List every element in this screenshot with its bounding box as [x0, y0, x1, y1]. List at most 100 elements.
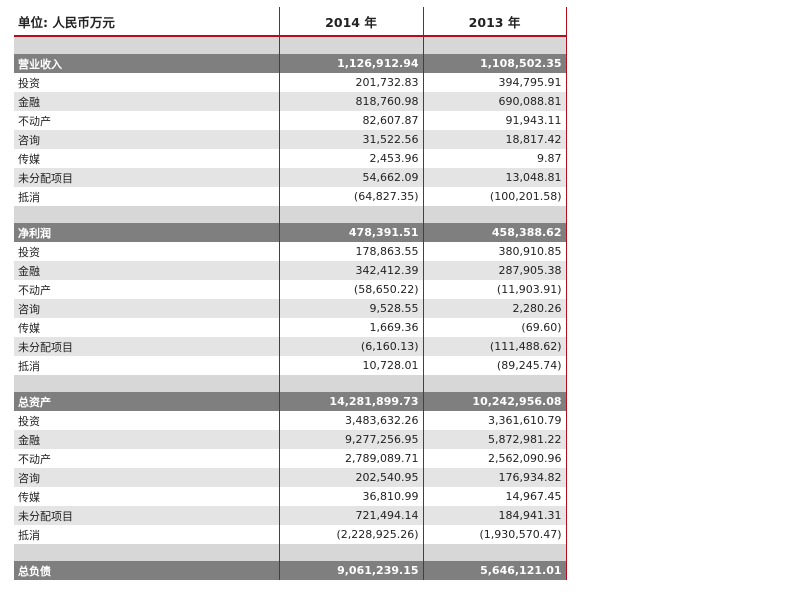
- table-row: 抵消 10,728.01 (89,245.74): [14, 356, 567, 375]
- row-label: 未分配项目: [14, 168, 279, 187]
- table-row: 咨询 9,528.55 2,280.26: [14, 299, 567, 318]
- table-row: 抵消 (64,827.35) (100,201.58): [14, 187, 567, 206]
- row-label: [14, 544, 279, 561]
- value-2014: 2,789,089.71: [278, 449, 423, 468]
- table-row: 未分配项目 (6,160.13) (111,488.62): [14, 337, 567, 356]
- financial-table: 单位: 人民币万元 2014 年 2013 年 营业收入 1,126,912.94…: [14, 7, 567, 580]
- value-2014: 342,412.39: [278, 261, 423, 280]
- value-2013: 458,388.62: [422, 223, 567, 242]
- spacer-row: [14, 375, 567, 392]
- row-label: 不动产: [14, 280, 279, 299]
- unit-label: 单位: 人民币万元: [14, 7, 279, 37]
- value-2013: 9.87: [422, 149, 567, 168]
- section-total-row: 总负债 9,061,239.15 5,646,121.01: [14, 561, 567, 580]
- value-2014: 9,061,239.15: [278, 561, 423, 580]
- value-2013: (89,245.74): [422, 356, 567, 375]
- value-2014: 54,662.09: [278, 168, 423, 187]
- table-row: 传媒 2,453.96 9.87: [14, 149, 567, 168]
- section-total-row: 总资产 14,281,899.73 10,242,956.08: [14, 392, 567, 411]
- row-label: 金融: [14, 430, 279, 449]
- value-2013: 91,943.11: [422, 111, 567, 130]
- value-2013: 18,817.42: [422, 130, 567, 149]
- table-row: 抵消 (2,228,925.26) (1,930,570.47): [14, 525, 567, 544]
- value-2014: 1,669.36: [278, 318, 423, 337]
- row-label: 净利润: [14, 223, 279, 242]
- value-2013: [422, 36, 567, 54]
- value-2013: [422, 544, 567, 561]
- table-row: 未分配项目 54,662.09 13,048.81: [14, 168, 567, 187]
- row-label: 抵消: [14, 525, 279, 544]
- value-2014: 82,607.87: [278, 111, 423, 130]
- value-2013: 287,905.38: [422, 261, 567, 280]
- value-2014: 10,728.01: [278, 356, 423, 375]
- value-2013: 5,872,981.22: [422, 430, 567, 449]
- row-label: 金融: [14, 261, 279, 280]
- table-row: 投资 201,732.83 394,795.91: [14, 73, 567, 92]
- row-label: 总资产: [14, 392, 279, 411]
- value-2014: 2,453.96: [278, 149, 423, 168]
- value-2013: (11,903.91): [422, 280, 567, 299]
- table-row: 投资 178,863.55 380,910.85: [14, 242, 567, 261]
- value-2013: [422, 206, 567, 223]
- table-row: 未分配项目 721,494.14 184,941.31: [14, 506, 567, 525]
- row-label: [14, 206, 279, 223]
- table-row: 不动产 (58,650.22) (11,903.91): [14, 280, 567, 299]
- value-2013: 3,361,610.79: [422, 411, 567, 430]
- value-2014: 9,528.55: [278, 299, 423, 318]
- value-2014: 36,810.99: [278, 487, 423, 506]
- value-2013: 2,562,090.96: [422, 449, 567, 468]
- table-row: 金融 342,412.39 287,905.38: [14, 261, 567, 280]
- row-label: 营业收入: [14, 54, 279, 73]
- row-label: 未分配项目: [14, 506, 279, 525]
- table-body: 单位: 人民币万元 2014 年 2013 年 营业收入 1,126,912.94…: [14, 7, 567, 580]
- value-2013: (100,201.58): [422, 187, 567, 206]
- row-label: 投资: [14, 411, 279, 430]
- value-2013: 5,646,121.01: [422, 561, 567, 580]
- value-2014: 818,760.98: [278, 92, 423, 111]
- table-row: 传媒 1,669.36 (69.60): [14, 318, 567, 337]
- value-2014: 201,732.83: [278, 73, 423, 92]
- value-2014: (2,228,925.26): [278, 525, 423, 544]
- table-row: 传媒 36,810.99 14,967.45: [14, 487, 567, 506]
- value-2013: 176,934.82: [422, 468, 567, 487]
- value-2013: 184,941.31: [422, 506, 567, 525]
- row-label: 不动产: [14, 449, 279, 468]
- column-header-2013: 2013 年: [422, 7, 567, 37]
- section-total-row: 净利润 478,391.51 458,388.62: [14, 223, 567, 242]
- row-label: 未分配项目: [14, 337, 279, 356]
- row-label: 咨询: [14, 299, 279, 318]
- value-2014: 178,863.55: [278, 242, 423, 261]
- spacer-row: [14, 36, 567, 54]
- value-2014: 478,391.51: [278, 223, 423, 242]
- row-label: 投资: [14, 242, 279, 261]
- value-2014: [278, 375, 423, 392]
- row-label: [14, 36, 279, 54]
- table-row: 投资 3,483,632.26 3,361,610.79: [14, 411, 567, 430]
- value-2013: 10,242,956.08: [422, 392, 567, 411]
- value-2014: 14,281,899.73: [278, 392, 423, 411]
- table-row: 金融 9,277,256.95 5,872,981.22: [14, 430, 567, 449]
- value-2013: 380,910.85: [422, 242, 567, 261]
- value-2014: 1,126,912.94: [278, 54, 423, 73]
- value-2014: [278, 36, 423, 54]
- value-2014: (58,650.22): [278, 280, 423, 299]
- value-2013: (1,930,570.47): [422, 525, 567, 544]
- value-2013: 14,967.45: [422, 487, 567, 506]
- row-label: 投资: [14, 73, 279, 92]
- table-header-row: 单位: 人民币万元 2014 年 2013 年: [14, 7, 567, 37]
- table-row: 不动产 82,607.87 91,943.11: [14, 111, 567, 130]
- value-2014: (64,827.35): [278, 187, 423, 206]
- value-2013: 13,048.81: [422, 168, 567, 187]
- table-row: 咨询 202,540.95 176,934.82: [14, 468, 567, 487]
- row-label: 总负债: [14, 561, 279, 580]
- row-label: 金融: [14, 92, 279, 111]
- value-2014: 202,540.95: [278, 468, 423, 487]
- row-label: 抵消: [14, 356, 279, 375]
- value-2014: (6,160.13): [278, 337, 423, 356]
- row-label: 抵消: [14, 187, 279, 206]
- row-label: 传媒: [14, 318, 279, 337]
- spacer-row: [14, 206, 567, 223]
- row-label: 不动产: [14, 111, 279, 130]
- value-2014: 721,494.14: [278, 506, 423, 525]
- table-row: 不动产 2,789,089.71 2,562,090.96: [14, 449, 567, 468]
